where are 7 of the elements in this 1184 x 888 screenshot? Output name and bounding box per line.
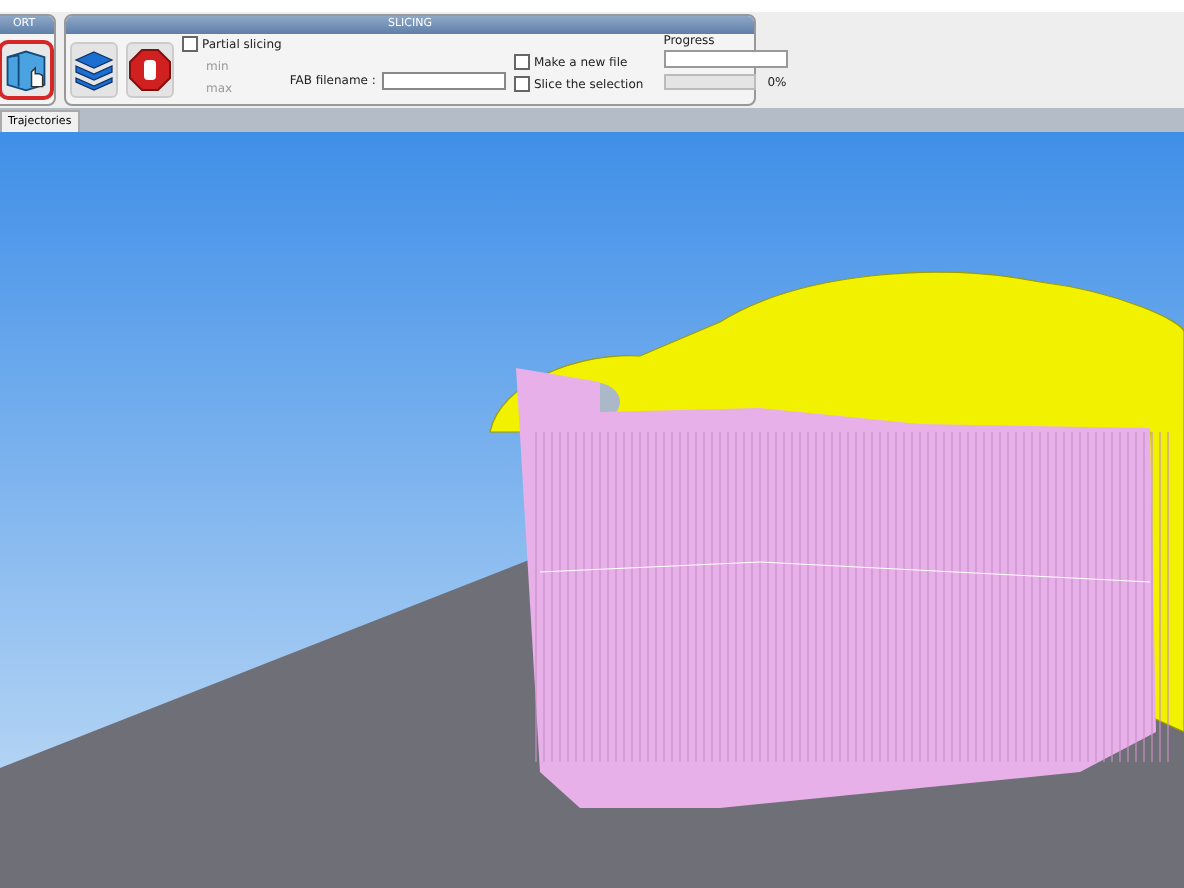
stop-button[interactable] bbox=[126, 41, 174, 97]
fab-filename-field[interactable] bbox=[381, 72, 506, 90]
layers-icon bbox=[72, 47, 116, 91]
3d-viewport[interactable] bbox=[0, 132, 1184, 888]
stop-hand-icon bbox=[128, 47, 172, 91]
slice-button[interactable] bbox=[70, 41, 118, 97]
export-button[interactable] bbox=[0, 39, 54, 99]
